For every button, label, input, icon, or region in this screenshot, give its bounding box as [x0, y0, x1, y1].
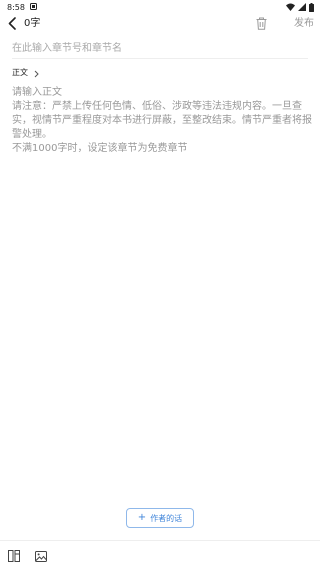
layout-toggle-button[interactable]	[7, 549, 21, 563]
content-placeholder-line: 请输入正文	[12, 87, 62, 98]
status-left: 8:58	[7, 2, 37, 12]
chevron-right-icon	[34, 63, 39, 82]
plus-icon: +	[137, 512, 147, 523]
status-right	[286, 2, 314, 12]
battery-icon	[309, 2, 314, 12]
volume-label: 正文	[12, 67, 28, 77]
content-editor[interactable]: 请输入正文 请注意：严禁上传任何色情、低俗、涉政等违法违规内容。一旦查实，视情节…	[12, 86, 312, 156]
columns-icon	[8, 547, 20, 566]
bottom-toolbar	[0, 540, 320, 569]
trash-icon	[256, 15, 267, 34]
back-button[interactable]	[4, 15, 20, 33]
title-divider	[12, 58, 308, 59]
delete-button[interactable]	[254, 15, 268, 33]
publish-button[interactable]: 发布	[294, 17, 314, 31]
status-bar: 8:58	[0, 0, 320, 14]
wifi-icon	[286, 3, 295, 11]
image-icon	[35, 547, 47, 566]
word-count: 0字	[24, 18, 41, 29]
chapter-title-input[interactable]	[12, 41, 312, 55]
insert-image-button[interactable]	[34, 549, 48, 563]
volume-selector[interactable]: 正文	[12, 66, 39, 78]
status-time: 8:58	[7, 2, 25, 12]
content-placeholder-free-rule: 不满1000字时，设定该章节为免费章节	[12, 143, 188, 154]
author-note-button[interactable]: + 作者的话	[126, 508, 194, 528]
author-note-label: 作者的话	[150, 513, 183, 523]
content-placeholder-notice: 请注意：严禁上传任何色情、低俗、涉政等违法违规内容。一旦查实，视情节严重程度对本…	[12, 101, 312, 140]
notification-icon	[29, 2, 37, 12]
app-bar: 0字 发布	[0, 14, 320, 34]
chevron-left-icon	[8, 15, 16, 34]
signal-icon	[298, 3, 306, 11]
